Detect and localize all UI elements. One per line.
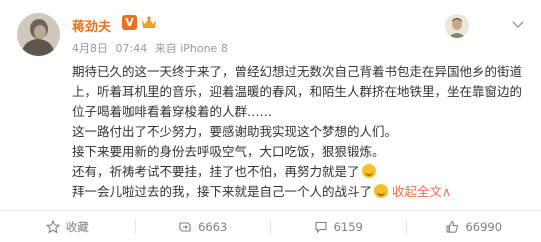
like-button[interactable]: 66990 — [407, 211, 541, 242]
user-name[interactable]: 蒋劲夫 — [72, 16, 111, 35]
chevron-down-icon[interactable] — [510, 16, 526, 32]
star-icon — [45, 219, 60, 234]
user-avatar[interactable] — [17, 13, 60, 56]
post-paragraph-text: 还有，祈祷考试不要挂，挂了也不怕，再努力就是了 — [72, 164, 360, 179]
favorite-label[interactable]: 收藏 — [66, 219, 89, 235]
comment-icon — [315, 221, 327, 233]
post-paragraph: 这一路付出了不少努力，要感谢助我实现这个梦想的人们。 — [72, 124, 398, 139]
post-paragraph-with-link: 拜一会儿啦过去的我，接下来就是自己一个人的战斗了 收起全文∧ — [72, 182, 526, 202]
post-date: 4月8日 — [72, 42, 108, 55]
comment-count[interactable]: 6159 — [334, 220, 363, 234]
repost-icon — [179, 221, 191, 232]
follower-avatar[interactable] — [445, 14, 469, 38]
collapse-label[interactable]: 收起全文 — [392, 184, 442, 199]
collapse-arrow-icon[interactable]: ∧ — [442, 184, 451, 199]
weibo-post: 蒋劲夫 V 4月8日 07:44 来自 iPhone 8 期待已久的这一天终于来… — [0, 0, 541, 242]
action-bar: 收藏 6663 6159 66990 — [0, 211, 541, 242]
member-crown-icon — [141, 15, 157, 30]
post-paragraph-text: 拜一会儿啦过去的我，接下来就是自己一个人的战斗了 — [72, 184, 373, 199]
post-source[interactable]: 来自 iPhone 8 — [155, 42, 228, 55]
smile-emoji-icon — [361, 164, 376, 178]
collapse-full-text-link[interactable]: 收起全文∧ — [392, 184, 451, 199]
thumbs-up-icon — [446, 220, 459, 233]
post-paragraph: 期待已久的这一天终于来了，曾经幻想过无数次自己背着书包走在异国他乡的街道上，听着… — [72, 64, 523, 119]
post-meta: 4月8日 07:44 来自 iPhone 8 — [72, 40, 232, 56]
post-content: 期待已久的这一天终于来了，曾经幻想过无数次自己背着书包走在异国他乡的街道上，听着… — [72, 62, 526, 202]
repost-button[interactable]: 6663 — [136, 211, 271, 242]
comment-button[interactable]: 6159 — [271, 211, 406, 242]
favorite-button[interactable]: 收藏 — [0, 211, 135, 242]
verified-badge: V — [122, 15, 137, 30]
post-time: 07:44 — [115, 42, 148, 55]
repost-count[interactable]: 6663 — [198, 220, 227, 234]
post-paragraph-with-emoji: 还有，祈祷考试不要挂，挂了也不怕，再努力就是了 — [72, 162, 526, 182]
grin-emoji-icon — [374, 184, 389, 198]
like-count[interactable]: 66990 — [465, 220, 502, 234]
post-paragraph: 接下来要用新的身份去呼吸空气，大口吃饭，狠狠锻炼。 — [72, 144, 385, 159]
